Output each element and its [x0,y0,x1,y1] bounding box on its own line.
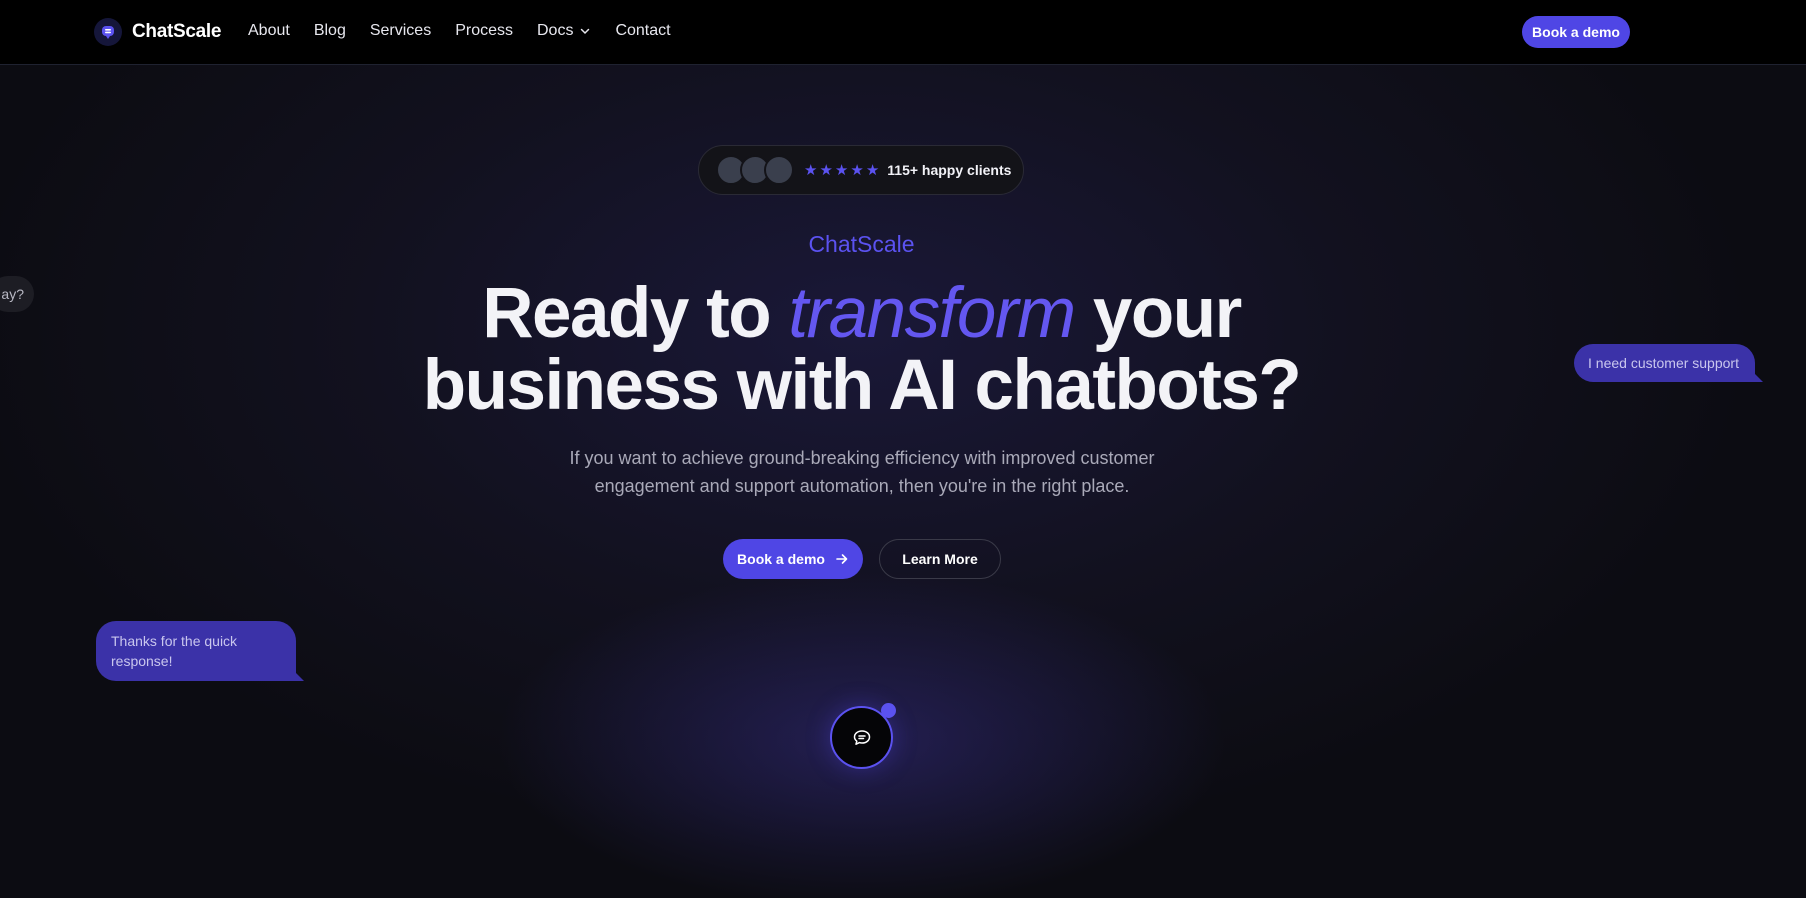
learn-more-button[interactable]: Learn More [879,539,1001,579]
book-demo-button[interactable]: Book a demo [723,539,863,579]
nav-book-demo-button[interactable]: Book a demo [1522,16,1630,48]
nav-contact[interactable]: Contact [615,22,670,40]
book-demo-label: Book a demo [737,551,825,567]
main-menu: About Blog Services Process Docs Contact [248,22,671,40]
star-icon: ★ [865,161,880,179]
notification-dot [881,703,896,718]
nav-services[interactable]: Services [370,22,431,40]
nav-blog[interactable]: Blog [314,22,346,40]
star-icon: ★ [819,161,833,179]
nav-process[interactable]: Process [455,22,513,40]
chat-bubble-support: I need customer support [1574,344,1763,382]
arrow-right-icon [836,554,848,564]
rating-stars: ★ ★ ★ ★ ★ [804,163,879,178]
happy-clients-text: 115+ happy clients [887,162,1012,178]
headline-line2: business with AI chatbots? [422,346,1302,425]
logo[interactable]: ChatScale [94,18,221,46]
brand-name: ChatScale [132,21,222,42]
star-icon: ★ [804,161,818,179]
nav-docs-label: Docs [537,22,574,39]
star-icon: ★ [834,161,849,179]
chat-bubble-icon [853,729,870,745]
chat-bot-icon [94,18,122,46]
nav-about[interactable]: About [248,22,290,40]
hero-subtext: If you want to achieve ground-breaking e… [569,448,1155,496]
happy-clients-pill: ★ ★ ★ ★ ★ 115+ happy clients [698,145,1024,195]
top-nav: ChatScale About Blog Services Process Do… [0,0,1806,65]
chat-bubble-thanks: Thanks for the quick response! [96,621,304,681]
client-avatars [716,155,794,185]
nav-docs[interactable]: Docs [537,22,591,40]
hero-cta-row: Book a demo Learn More [723,539,1001,579]
headline-part1: Ready to [482,274,789,353]
headline-part2: your [1074,274,1242,353]
chevron-down-icon [581,28,590,35]
star-icon: ★ [850,161,864,179]
avatar [764,155,794,185]
hero-eyebrow: ChatScale [808,231,915,257]
hero-headline: Ready to transform your business with AI… [0,278,1723,422]
headline-highlight: transform [788,274,1076,353]
